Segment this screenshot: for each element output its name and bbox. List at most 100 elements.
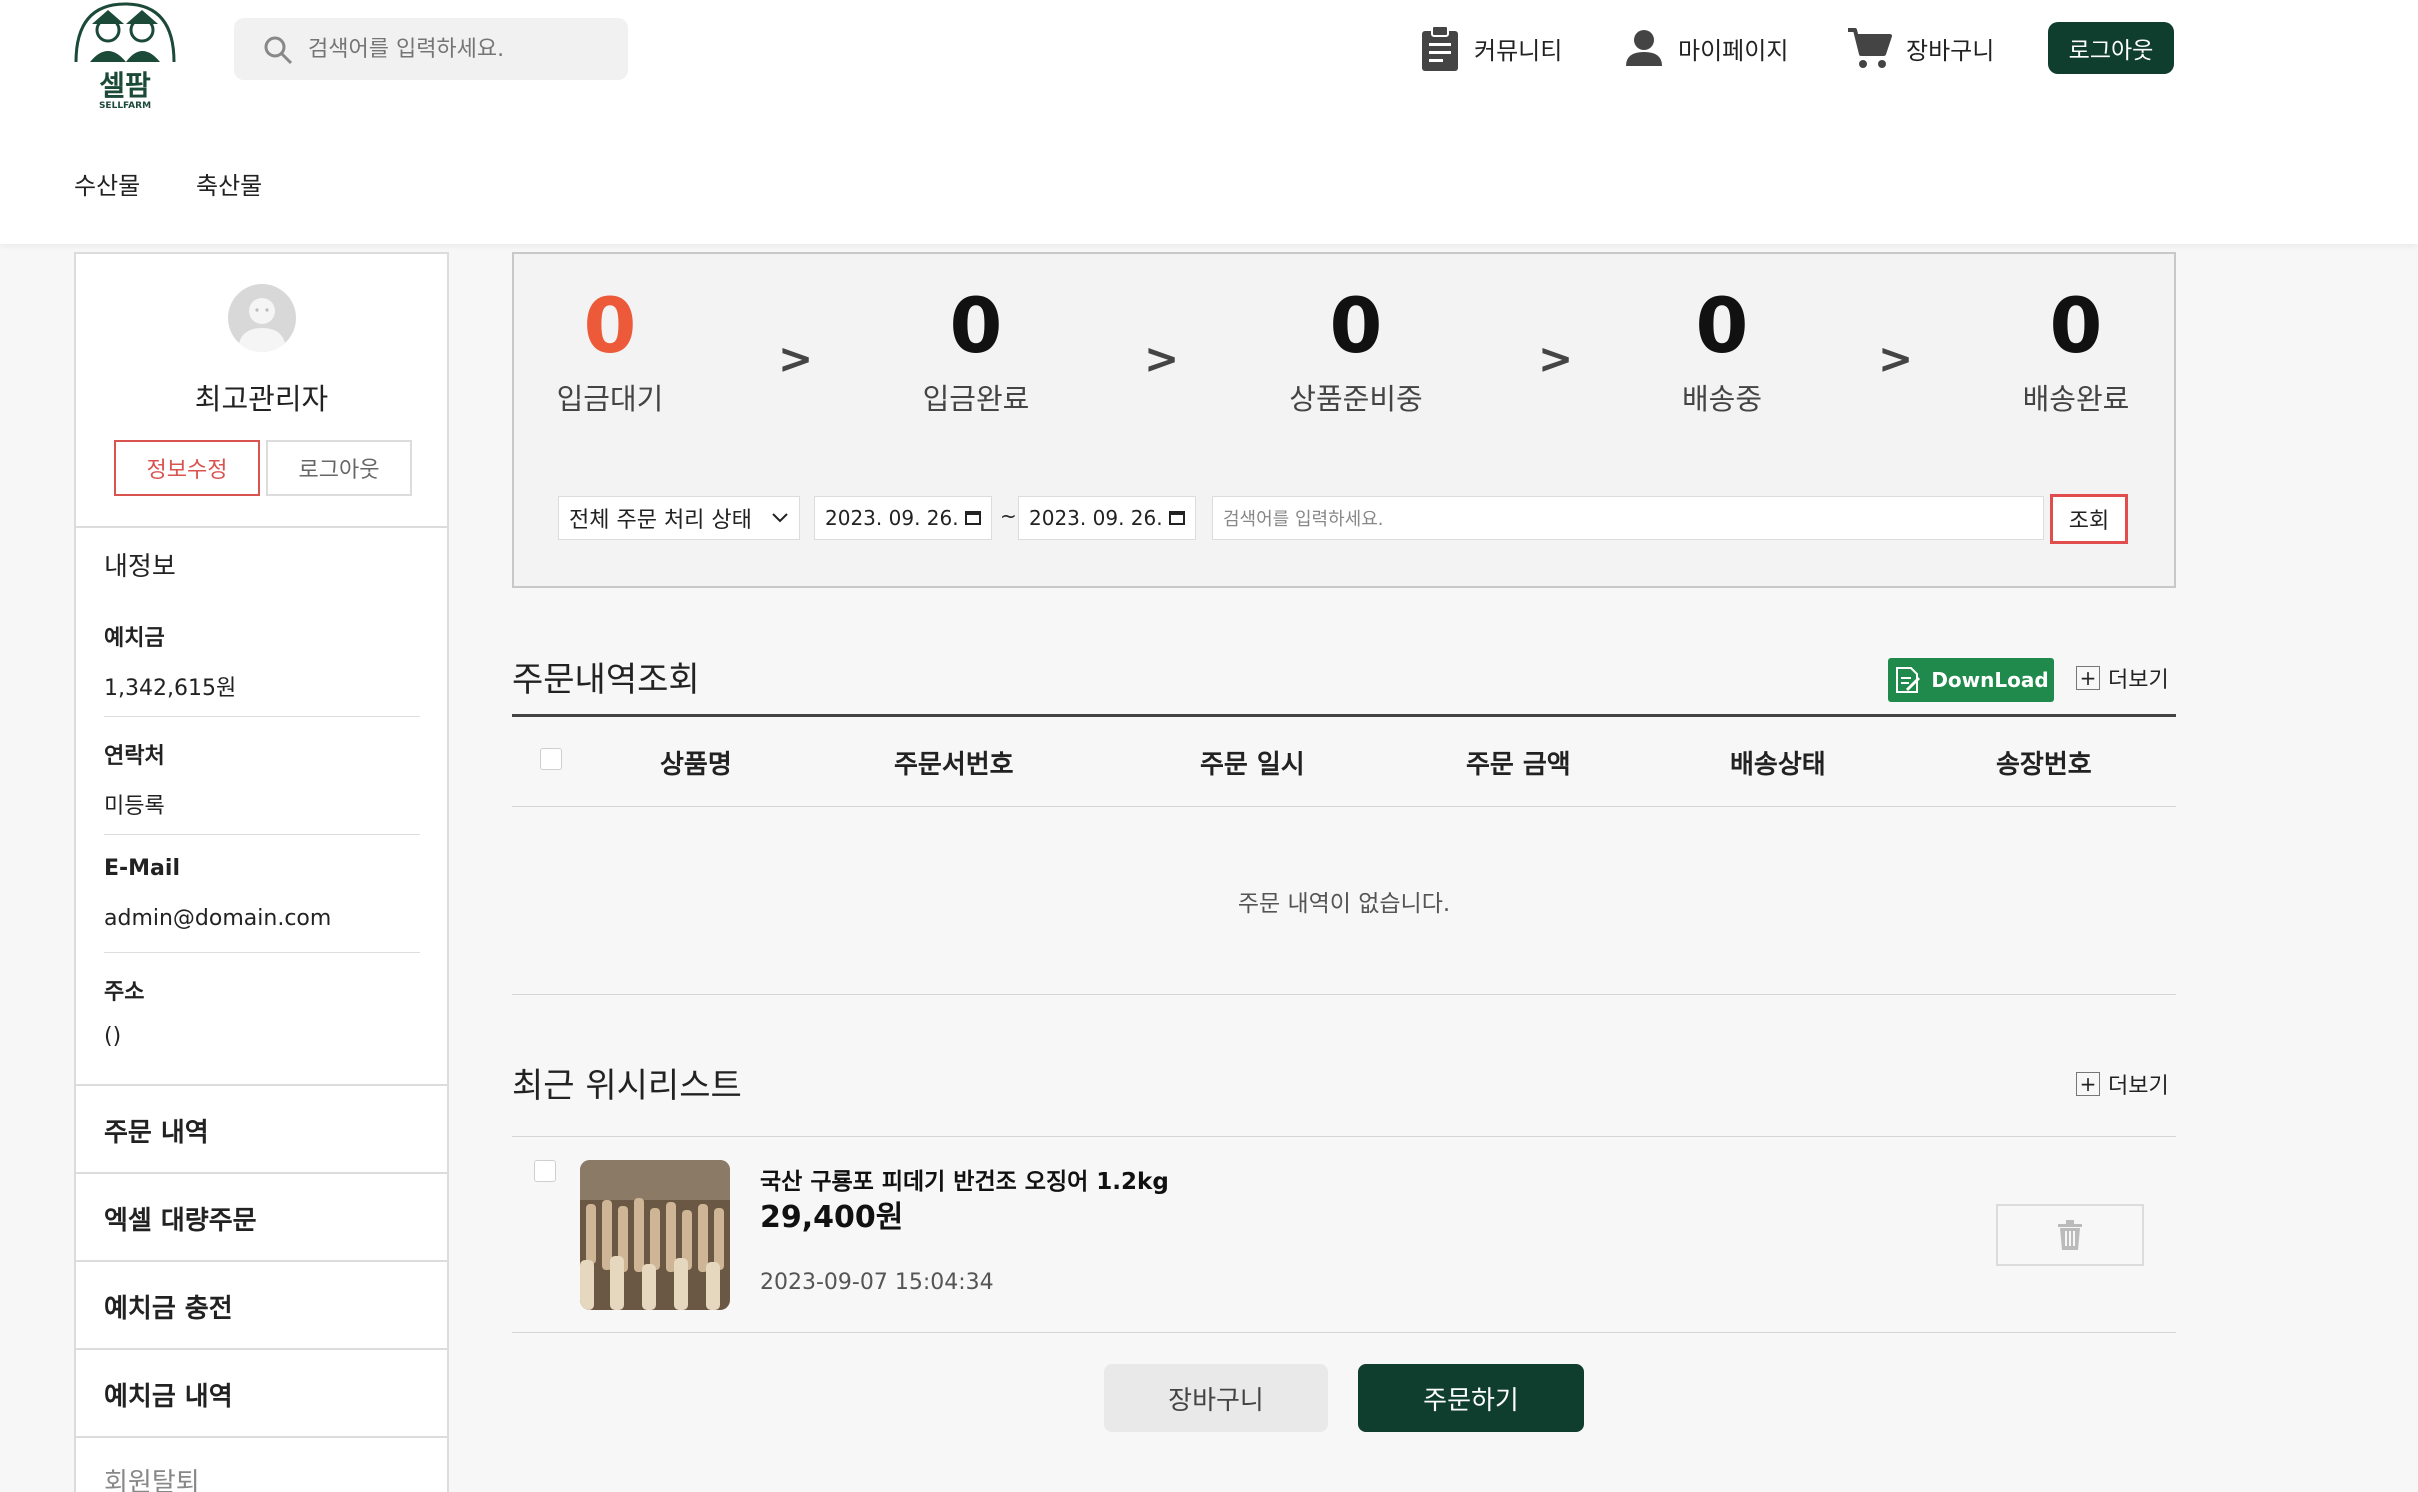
deposit-value: 1,342,615원	[104, 676, 237, 701]
add-to-cart-button[interactable]: 장바구니	[1104, 1364, 1328, 1432]
divider	[512, 994, 2176, 995]
divider	[104, 834, 420, 835]
divider	[76, 1260, 447, 1262]
download-button[interactable]: DownLoad	[1888, 658, 2054, 702]
end-date-input[interactable]: 2023. 09. 26.	[1018, 496, 1196, 540]
address-value: ()	[104, 1024, 122, 1049]
menu-excel-bulk-order[interactable]: 엑셀 대량주문	[104, 1200, 257, 1237]
status-shipping[interactable]: 0 배송중	[1612, 284, 1832, 418]
wishlist-item-price: 29,400원	[760, 1200, 904, 1235]
lookup-button[interactable]: 조회	[2050, 494, 2128, 544]
chevron-down-icon	[772, 513, 788, 523]
order-status-select-value: 전체 주문 처리 상태	[569, 508, 752, 533]
email-value: admin@domain.com	[104, 906, 332, 931]
orders-more-button[interactable]: + 더보기	[2076, 662, 2169, 694]
status-delivered[interactable]: 0 배송완료	[1966, 284, 2186, 418]
download-button-label: DownLoad	[1931, 668, 2049, 692]
category-meat[interactable]: 축산물	[196, 166, 262, 201]
arrow-icon: >	[778, 334, 814, 383]
divider	[76, 1348, 447, 1350]
logo-text: 셀팜	[99, 69, 151, 102]
header: 셀팜 SELLFARM 커뮤니티 마이페이지	[0, 0, 2418, 244]
status-preparing[interactable]: 0 상품준비중	[1246, 284, 1466, 418]
status-payment-complete[interactable]: 0 입금완료	[866, 284, 1086, 418]
wishlist-item-name[interactable]: 국산 구룡포 피데기 반건조 오징어 1.2kg	[760, 1162, 1169, 1196]
wishlist-section-title: 최근 위시리스트	[512, 1066, 742, 1106]
orders-more-label: 더보기	[2108, 668, 2169, 693]
status-count: 0	[2049, 281, 2103, 370]
nav-cart[interactable]: 장바구니	[1846, 22, 1994, 74]
column-order-number: 주문서번호	[894, 750, 1014, 780]
divider	[76, 1436, 447, 1438]
column-tracking-number: 송장번호	[1996, 750, 2092, 780]
column-shipping-status: 배송상태	[1730, 750, 1826, 780]
status-count: 0	[1329, 281, 1383, 370]
category-seafood[interactable]: 수산물	[74, 166, 140, 201]
header-search-input[interactable]	[308, 30, 608, 68]
calendar-icon[interactable]	[965, 511, 981, 525]
header-logout-button[interactable]: 로그아웃	[2048, 22, 2174, 74]
calendar-icon[interactable]	[1169, 511, 1185, 525]
column-order-date: 주문 일시	[1200, 750, 1305, 780]
delete-wishlist-button[interactable]	[1996, 1204, 2144, 1266]
excel-file-icon	[1896, 667, 1921, 693]
sellfarm-logo[interactable]: 셀팜 SELLFARM	[70, 0, 180, 111]
status-count: 0	[583, 281, 637, 370]
edit-profile-button[interactable]: 정보수정	[114, 440, 260, 496]
divider	[104, 716, 420, 717]
status-label: 입금완료	[922, 381, 1030, 416]
address-label: 주소	[104, 980, 145, 1005]
orders-select-all-checkbox[interactable]	[540, 748, 562, 770]
sidebar-logout-button[interactable]: 로그아웃	[266, 440, 412, 496]
column-product-name: 상품명	[660, 750, 732, 780]
arrow-icon: >	[1538, 334, 1574, 383]
email-label: E-Mail	[104, 856, 180, 881]
divider	[512, 1136, 2176, 1137]
avatar	[228, 284, 296, 352]
start-date-value: 2023. 09. 26.	[825, 506, 959, 530]
place-order-button[interactable]: 주문하기	[1358, 1364, 1584, 1432]
clipboard-icon	[1422, 25, 1458, 71]
status-label: 상품준비중	[1289, 381, 1423, 416]
divider	[76, 1084, 447, 1086]
arrow-icon: >	[1878, 334, 1914, 383]
plus-icon: +	[2076, 666, 2100, 690]
start-date-input[interactable]: 2023. 09. 26.	[814, 496, 992, 540]
status-count: 0	[949, 281, 1003, 370]
arrow-icon: >	[1144, 334, 1180, 383]
status-label: 배송완료	[2022, 381, 2130, 416]
nav-mypage-label: 마이페이지	[1678, 36, 1789, 65]
orders-section-title: 주문내역조회	[512, 660, 700, 700]
product-thumbnail[interactable]	[580, 1160, 730, 1310]
divider	[512, 806, 2176, 807]
column-order-amount: 주문 금액	[1466, 750, 1571, 780]
plus-icon: +	[2076, 1072, 2100, 1096]
menu-order-history[interactable]: 주문 내역	[104, 1112, 209, 1149]
contact-value: 미등록	[104, 794, 165, 819]
sidebar: 최고관리자 정보수정 로그아웃 내정보 예치금 1,342,615원 연락처 미…	[74, 252, 449, 1492]
divider	[76, 526, 447, 528]
end-date-value: 2023. 09. 26.	[1029, 506, 1163, 530]
user-icon	[1626, 30, 1662, 66]
menu-deposit-history[interactable]: 예치금 내역	[104, 1376, 233, 1413]
order-search-input[interactable]: 검색어를 입력하세요.	[1212, 496, 2044, 540]
status-pending-payment[interactable]: 0 입금대기	[500, 284, 720, 418]
deposit-label: 예치금	[104, 626, 165, 651]
status-label: 배송중	[1681, 381, 1763, 416]
nav-community-label: 커뮤니티	[1474, 36, 1563, 65]
divider	[512, 1332, 2176, 1333]
wishlist-item-checkbox[interactable]	[534, 1160, 556, 1182]
menu-withdraw[interactable]: 회원탈퇴	[104, 1462, 200, 1492]
wishlist-more-label: 더보기	[2108, 1074, 2169, 1099]
wishlist-more-button[interactable]: + 더보기	[2076, 1068, 2169, 1100]
search-icon[interactable]	[262, 34, 294, 66]
nav-community[interactable]: 커뮤니티	[1420, 22, 1562, 74]
cart-icon	[1848, 28, 1892, 68]
order-status-select[interactable]: 전체 주문 처리 상태	[558, 496, 800, 540]
menu-deposit-charge[interactable]: 예치금 충전	[104, 1288, 233, 1325]
date-separator: ~	[1000, 504, 1017, 528]
nav-mypage[interactable]: 마이페이지	[1624, 22, 1788, 74]
wishlist-item-date: 2023-09-07 15:04:34	[760, 1270, 994, 1295]
admin-name: 최고관리자	[194, 382, 329, 416]
status-label: 입금대기	[556, 381, 664, 416]
